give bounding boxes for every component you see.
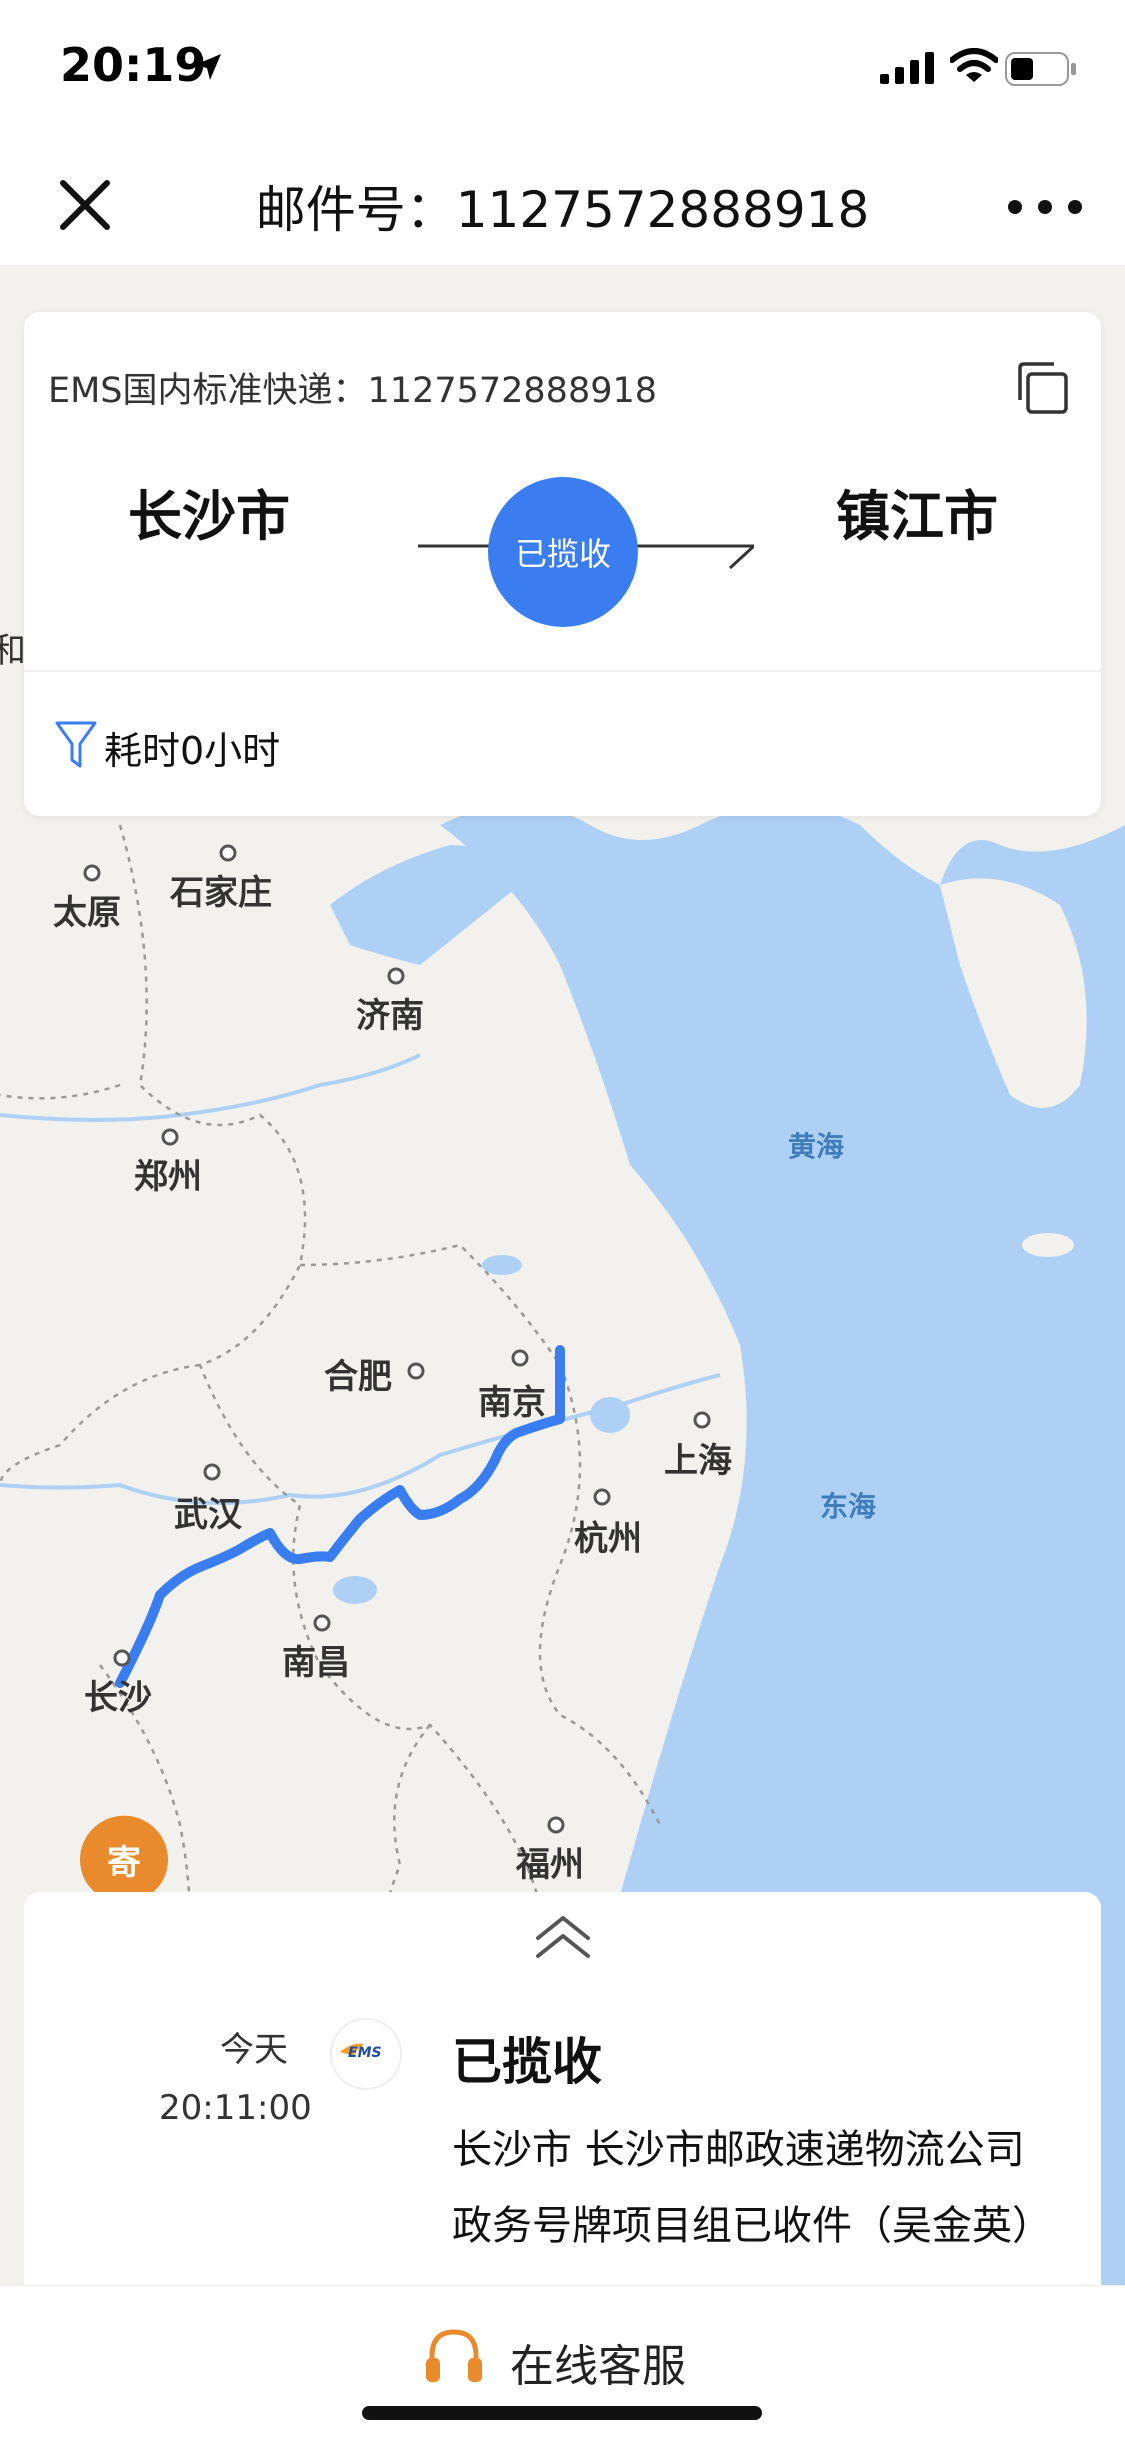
map-city-label: 福州 <box>516 1845 584 1885</box>
filter-icon <box>55 721 97 768</box>
ems-logo-text: EMS <box>348 2045 382 2061</box>
navigation-bar: 邮件号：1127572888918 <box>0 140 1125 266</box>
shipment-info-card: EMS国内标准快递：1127572888918 长沙市 镇江市 已揽收 耗时0小… <box>24 312 1101 816</box>
map-city-label: 南京 <box>478 1383 546 1423</box>
status-badge: 已揽收 <box>488 477 638 627</box>
copy-icon[interactable] <box>1014 360 1070 416</box>
event-title: 已揽收 <box>452 2033 602 2091</box>
map-city-label: 郑州 <box>134 1157 202 1197</box>
battery-icon <box>1005 52 1076 86</box>
map-city-label: 石家庄 <box>170 873 272 913</box>
map-sea-label: 黄海 <box>788 1130 845 1163</box>
event-date: 今天 <box>220 2030 288 2070</box>
map-city-label: 武汉 <box>174 1495 242 1535</box>
location-arrow-icon <box>195 54 221 80</box>
map-edge-label: 和 <box>0 631 26 671</box>
courier-tracking-number: EMS国内标准快递：1127572888918 <box>48 371 658 411</box>
page-title: 邮件号：1127572888918 <box>255 181 870 239</box>
divider <box>24 670 1101 672</box>
transit-duration: 耗时0小时 <box>104 729 281 773</box>
ems-logo: EMS <box>330 2018 402 2090</box>
map-city-label: 太原 <box>53 893 121 933</box>
ems-logo-icon: EMS <box>340 2043 382 2061</box>
chevron-up-icon[interactable] <box>532 1914 594 1960</box>
map-city-label: 济南 <box>356 996 424 1036</box>
status-time: 20:19 <box>60 38 207 92</box>
map-city-label: 南昌 <box>282 1643 350 1683</box>
signal-icon <box>880 52 934 84</box>
online-service-button[interactable]: 在线客服 <box>510 2330 686 2394</box>
event-description: 长沙市 长沙市邮政速递物流公司政务号牌项目组已收件（吴金英） <box>452 2127 1052 2249</box>
map-city-label: 杭州 <box>574 1519 642 1559</box>
bottom-bar: 在线客服 <box>0 2285 1125 2437</box>
map-city-label: 上海 <box>664 1441 732 1481</box>
origin-city: 长沙市 <box>128 485 290 548</box>
origin-marker-label: 寄 <box>107 1843 141 1883</box>
destination-city: 镇江市 <box>836 485 998 548</box>
wifi-icon <box>950 48 998 82</box>
map-city-label: 合肥 <box>324 1357 392 1397</box>
status-bar: 20:19 <box>0 0 1125 140</box>
map-city-label: 长沙 <box>84 1678 152 1718</box>
map-sea-label: 东海 <box>820 1490 877 1523</box>
event-time: 20:11:00 <box>159 2088 312 2128</box>
headset-icon[interactable] <box>422 2324 486 2388</box>
home-indicator <box>362 2406 762 2420</box>
more-icon[interactable] <box>1005 192 1085 222</box>
